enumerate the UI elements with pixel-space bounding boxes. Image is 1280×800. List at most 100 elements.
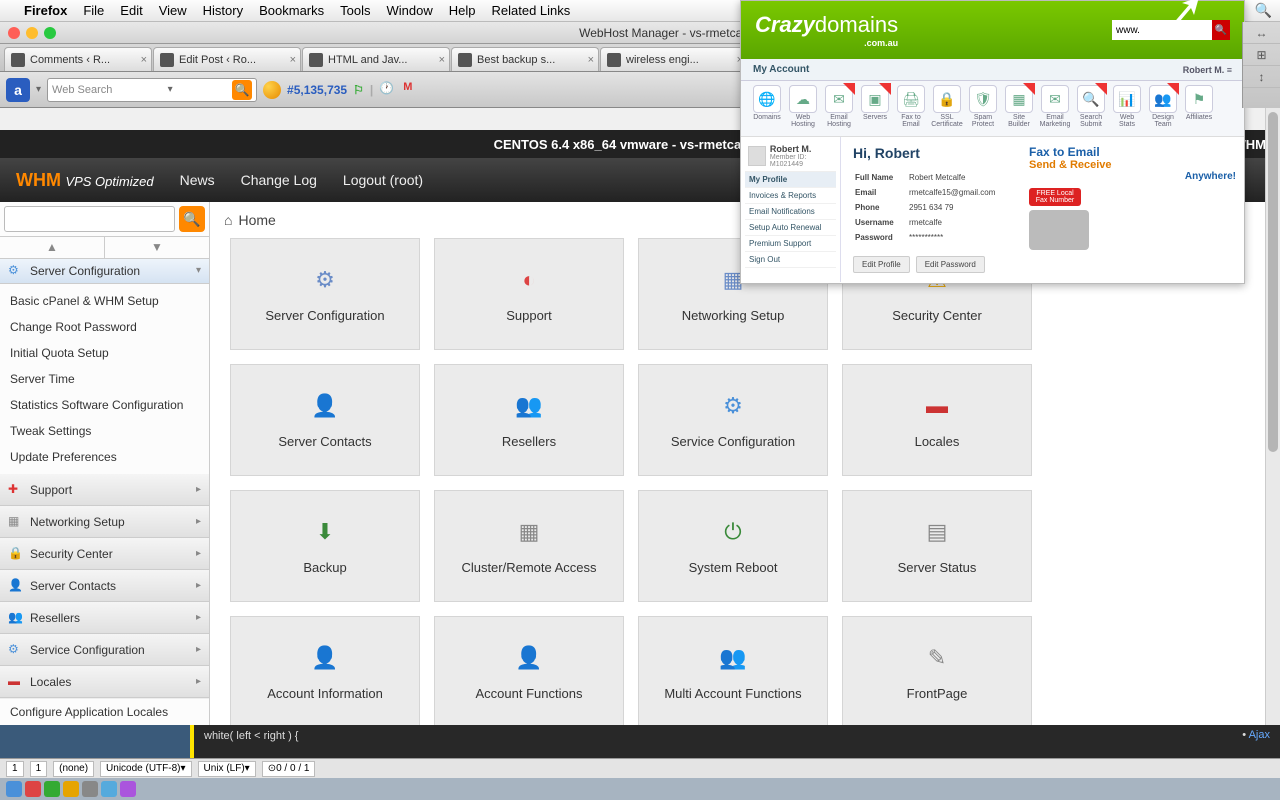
dock-app-icon[interactable]	[44, 781, 60, 797]
tab-comments[interactable]: Comments ‹ R...×	[4, 47, 152, 71]
dock-app-icon[interactable]	[120, 781, 136, 797]
dock-app-icon[interactable]	[82, 781, 98, 797]
dashboard-card[interactable]: 👥Resellers	[434, 364, 624, 476]
tab-close-icon[interactable]: ×	[141, 54, 147, 66]
cd-service[interactable]: 👥Design Team	[1147, 85, 1179, 132]
menu-firefox[interactable]: Firefox	[24, 3, 67, 18]
sidebar-item[interactable]: Basic cPanel & WHM Setup	[0, 288, 209, 314]
gmail-icon[interactable]: M	[403, 81, 421, 99]
search-go-button[interactable]: 🔍	[232, 80, 252, 100]
cd-profile-link[interactable]: My Profile	[745, 172, 836, 188]
bg-control-icon[interactable]: ↔	[1243, 22, 1280, 44]
sidebar-cat-server-config[interactable]: ⚙ Server Configuration ▾	[0, 259, 209, 284]
cd-profile-link[interactable]: Invoices & Reports	[745, 188, 836, 204]
dashboard-card[interactable]: ⬇Backup	[230, 490, 420, 602]
sidebar-item[interactable]: Update Preferences	[0, 444, 209, 470]
collapse-down-icon[interactable]: ▼	[105, 237, 209, 258]
nav-changelog[interactable]: Change Log	[241, 172, 317, 188]
close-window-icon[interactable]	[8, 27, 20, 39]
dashboard-card[interactable]: ⏻System Reboot	[638, 490, 828, 602]
cd-profile-link[interactable]: Email Notifications	[745, 204, 836, 220]
dashboard-card[interactable]: ◐Support	[434, 238, 624, 350]
status-cell[interactable]: 1	[6, 761, 24, 777]
cd-service[interactable]: ✉Email Hosting	[823, 85, 855, 132]
dock-app-icon[interactable]	[6, 781, 22, 797]
cd-service[interactable]: 🌐Domains	[751, 85, 783, 132]
cd-service[interactable]: 🔍Search Submit	[1075, 85, 1107, 132]
dropdown-icon[interactable]: ▾	[36, 84, 41, 95]
sidebar-cat[interactable]: ▦Networking Setup▸	[0, 506, 209, 538]
cd-profile-link[interactable]: Premium Support	[745, 236, 836, 252]
dashboard-card[interactable]: ▤Server Status	[842, 490, 1032, 602]
dashboard-card[interactable]: ▬Locales	[842, 364, 1032, 476]
sidebar-item-trailing[interactable]: Configure Application Locales	[0, 698, 209, 725]
dock-app-icon[interactable]	[101, 781, 117, 797]
tab-close-icon[interactable]: ×	[290, 54, 296, 66]
cd-service[interactable]: ▣Servers	[859, 85, 891, 132]
nav-news[interactable]: News	[180, 172, 215, 188]
tab-edit-post[interactable]: Edit Post ‹ Ro...×	[153, 47, 301, 71]
code-link[interactable]: Ajax	[1249, 729, 1270, 741]
dashboard-card[interactable]: 👤Account Information	[230, 616, 420, 725]
cd-service[interactable]: 🖨Fax to Email	[895, 85, 927, 132]
menu-history[interactable]: History	[203, 3, 243, 18]
sidebar-cat[interactable]: ⚙Service Configuration▸	[0, 634, 209, 666]
menu-view[interactable]: View	[159, 3, 187, 18]
cd-user-menu[interactable]: Robert M. ≡	[1183, 65, 1232, 75]
menu-edit[interactable]: Edit	[120, 3, 142, 18]
cd-service[interactable]: 🛡Spam Protect	[967, 85, 999, 132]
dock-app-icon[interactable]	[25, 781, 41, 797]
tab-close-icon[interactable]: ×	[439, 54, 445, 66]
cd-service[interactable]: ⚑Affiliates	[1183, 85, 1215, 132]
dock-app-icon[interactable]	[63, 781, 79, 797]
search-input[interactable]: Web Search ▾ 🔍	[47, 78, 257, 102]
tag-icon[interactable]: ⚐	[353, 83, 364, 97]
search-dropdown-icon[interactable]: ▾	[168, 84, 173, 95]
dashboard-card[interactable]: ✎FrontPage	[842, 616, 1032, 725]
tab-wireless[interactable]: wireless engi...×	[600, 47, 748, 71]
cd-service[interactable]: 🔒SSL Certificate	[931, 85, 963, 132]
spotlight-icon[interactable]: 🔍	[1255, 2, 1272, 19]
edit-profile-button[interactable]: Edit Profile	[853, 256, 910, 273]
dashboard-card[interactable]: ⚙Service Configuration	[638, 364, 828, 476]
sidebar-item[interactable]: Statistics Software Configuration	[0, 392, 209, 418]
menu-file[interactable]: File	[83, 3, 104, 18]
sidebar-item[interactable]: Tweak Settings	[0, 418, 209, 444]
sidebar-item[interactable]: Server Time	[0, 366, 209, 392]
status-encoding[interactable]: (none)	[53, 761, 94, 777]
stumble-icon[interactable]	[263, 81, 281, 99]
nav-logout[interactable]: Logout (root)	[343, 172, 423, 188]
scrollbar-thumb[interactable]	[1268, 112, 1278, 452]
tab-backup[interactable]: Best backup s...×	[451, 47, 599, 71]
dashboard-card[interactable]: 👤Server Contacts	[230, 364, 420, 476]
cd-profile-link[interactable]: Sign Out	[745, 252, 836, 268]
minimize-window-icon[interactable]	[26, 27, 38, 39]
menu-help[interactable]: Help	[449, 3, 476, 18]
scrollbar[interactable]	[1265, 108, 1280, 725]
dashboard-card[interactable]: 👤Account Functions	[434, 616, 624, 725]
cd-search-button[interactable]: 🔍	[1212, 20, 1230, 40]
status-unicode[interactable]: Unicode (UTF-8) ▾	[100, 761, 192, 777]
sidebar-cat[interactable]: 👥Resellers▸	[0, 602, 209, 634]
sidebar-search-input[interactable]	[4, 206, 175, 232]
site-identity-icon[interactable]: a	[6, 78, 30, 102]
dashboard-card[interactable]: 👥Multi Account Functions	[638, 616, 828, 725]
bg-control-icon[interactable]: ↕	[1243, 66, 1280, 88]
menu-bookmarks[interactable]: Bookmarks	[259, 3, 324, 18]
dashboard-card[interactable]: ▦Cluster/Remote Access	[434, 490, 624, 602]
status-lineending[interactable]: Unix (LF) ▾	[198, 761, 256, 777]
zoom-window-icon[interactable]	[44, 27, 56, 39]
cd-service[interactable]: ▦Site Builder	[1003, 85, 1035, 132]
sidebar-item[interactable]: Change Root Password	[0, 314, 209, 340]
sidebar-search-button[interactable]: 🔍	[179, 206, 205, 232]
menu-related-links[interactable]: Related Links	[492, 3, 571, 18]
bg-control-icon[interactable]: ⊞	[1243, 44, 1280, 66]
cd-service[interactable]: ☁Web Hosting	[787, 85, 819, 132]
cd-service[interactable]: 📊Web Stats	[1111, 85, 1143, 132]
sidebar-cat[interactable]: ✚Support▸	[0, 474, 209, 506]
menu-tools[interactable]: Tools	[340, 3, 370, 18]
clock-icon[interactable]: 🕐	[379, 81, 397, 99]
menu-window[interactable]: Window	[387, 3, 433, 18]
sidebar-cat[interactable]: 🔒Security Center▸	[0, 538, 209, 570]
collapse-up-icon[interactable]: ▲	[0, 237, 105, 258]
